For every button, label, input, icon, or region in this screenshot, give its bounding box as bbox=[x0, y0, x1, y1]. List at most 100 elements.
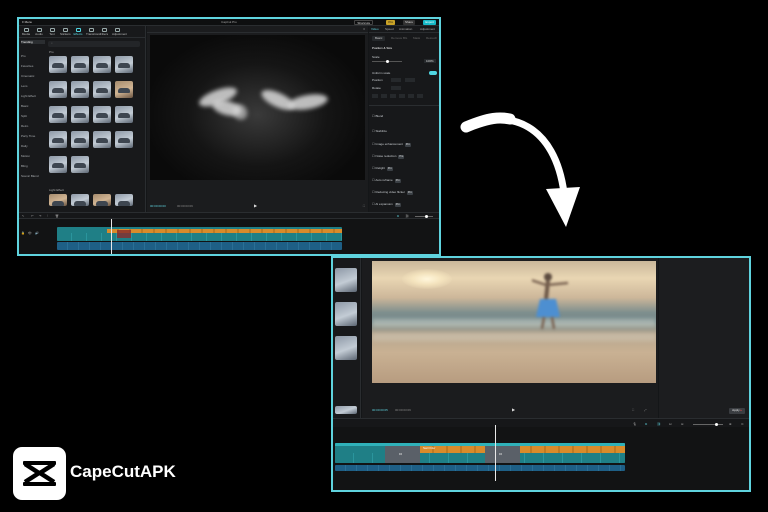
category-item[interactable]: Pro bbox=[21, 54, 45, 58]
uniform-scale-toggle[interactable] bbox=[429, 71, 437, 75]
play-icon[interactable]: ▶ bbox=[254, 203, 257, 208]
subtab-remove-bg[interactable]: Remove BG bbox=[388, 36, 410, 41]
effect-thumb[interactable] bbox=[71, 194, 89, 206]
effect-thumb[interactable] bbox=[335, 336, 357, 360]
effect-thumb[interactable] bbox=[71, 81, 89, 98]
category-item[interactable]: Party Time bbox=[21, 134, 45, 138]
tool-effects[interactable]: Effects bbox=[73, 28, 83, 37]
blend-row[interactable]: ☐ Blend bbox=[372, 114, 383, 118]
zoom-slider[interactable] bbox=[693, 423, 723, 426]
category-item[interactable]: Split bbox=[21, 114, 45, 118]
tool-adjustment[interactable]: Adjustment bbox=[112, 28, 127, 37]
transition-block[interactable]: ⋈ bbox=[485, 446, 520, 463]
position-y-input[interactable] bbox=[405, 78, 415, 82]
effect-thumb[interactable] bbox=[115, 131, 133, 148]
apply-button[interactable]: Apply ▸ bbox=[729, 408, 745, 414]
align-right-icon[interactable] bbox=[390, 94, 396, 98]
align-left-icon[interactable] bbox=[372, 94, 378, 98]
noise-reduction-row[interactable]: ☐ Noise reduction Pro bbox=[372, 154, 405, 159]
category-item[interactable]: Light Effect bbox=[21, 94, 45, 98]
mic-icon[interactable]: 🎙 bbox=[633, 422, 637, 426]
share-button[interactable]: Share bbox=[402, 20, 415, 25]
playhead[interactable] bbox=[495, 425, 496, 481]
category-item[interactable]: Lens bbox=[21, 84, 45, 88]
split-icon[interactable]: ⫶ bbox=[47, 214, 48, 218]
relight-row[interactable]: ☐ Relight Pro bbox=[372, 166, 393, 171]
category-item[interactable]: Motion bbox=[21, 154, 45, 158]
audio-clip[interactable] bbox=[57, 242, 342, 250]
tool-stickers[interactable]: Stickers bbox=[60, 28, 71, 37]
effect-thumb[interactable] bbox=[49, 156, 67, 173]
effect-thumb[interactable] bbox=[93, 194, 111, 206]
more-icon[interactable]: ≡ bbox=[363, 27, 365, 31]
redo-icon[interactable]: ↷ bbox=[39, 214, 42, 218]
image-enhancement-row[interactable]: ☐ Image enhancement Pro bbox=[372, 142, 411, 147]
effect-thumb[interactable] bbox=[335, 302, 357, 326]
effect-thumb[interactable] bbox=[115, 194, 133, 206]
tab-video[interactable]: Video bbox=[371, 27, 379, 31]
effect-thumb[interactable] bbox=[115, 56, 133, 73]
link-icon[interactable]: ⛓ bbox=[405, 214, 409, 218]
playhead[interactable] bbox=[111, 219, 112, 254]
category-item[interactable]: Scenic Blend bbox=[21, 174, 45, 178]
tool-filters[interactable]: Filters bbox=[99, 28, 109, 37]
auto-reframe-row[interactable]: ☐ Auto reframe Pro bbox=[372, 178, 401, 183]
category-item[interactable]: Bling bbox=[21, 164, 45, 168]
ai-expansion-row[interactable]: ☐ AI expansion Pro bbox=[372, 202, 401, 207]
effect-thumb[interactable] bbox=[115, 81, 133, 98]
stabilize-row[interactable]: ☐ Stabilize bbox=[372, 129, 387, 133]
effect-thumb[interactable] bbox=[49, 131, 67, 148]
effect-thumb[interactable] bbox=[71, 106, 89, 123]
link-icon[interactable]: ⛓ bbox=[657, 422, 661, 426]
audio-clip[interactable] bbox=[335, 465, 625, 471]
reduce-flicker-row[interactable]: ☐ Reducing video flicker Pro bbox=[372, 190, 413, 195]
transition-block[interactable]: ⋈ bbox=[385, 446, 420, 463]
delete-icon[interactable]: 🗑 bbox=[55, 214, 59, 218]
align-bottom-icon[interactable] bbox=[417, 94, 423, 98]
category-item[interactable]: Retro bbox=[21, 124, 45, 128]
effect-thumb[interactable] bbox=[335, 406, 357, 414]
category-item[interactable]: Daily bbox=[21, 144, 45, 148]
preview-axis-icon[interactable]: ⊟ bbox=[669, 422, 672, 426]
subtab-basic[interactable]: Basic bbox=[372, 36, 386, 41]
effect-thumb[interactable] bbox=[115, 106, 133, 123]
effect-thumb[interactable] bbox=[71, 56, 89, 73]
tab-speed[interactable]: Speed bbox=[385, 27, 394, 31]
export-button[interactable]: Export bbox=[423, 20, 436, 25]
app-menu[interactable]: ≡ Menu bbox=[22, 20, 32, 24]
effect-thumb[interactable] bbox=[49, 194, 67, 206]
position-x-input[interactable] bbox=[391, 78, 401, 82]
tool-transitions[interactable]: Transitions bbox=[86, 28, 101, 37]
eye-icon[interactable]: 👁 bbox=[28, 231, 32, 235]
subtab-mask[interactable]: Mask bbox=[410, 36, 423, 41]
category-item[interactable]: Basic bbox=[21, 104, 45, 108]
tool-text[interactable]: Text bbox=[47, 28, 57, 37]
select-icon[interactable]: ↖ bbox=[22, 214, 25, 218]
effect-thumb[interactable] bbox=[71, 131, 89, 148]
scale-value[interactable]: 100% bbox=[424, 59, 436, 63]
effect-thumb[interactable] bbox=[49, 106, 67, 123]
effect-thumb[interactable] bbox=[93, 81, 111, 98]
align-middle-icon[interactable] bbox=[408, 94, 414, 98]
tab-adjustment[interactable]: Adjustment bbox=[420, 27, 435, 31]
play-icon[interactable]: ▶ bbox=[512, 407, 515, 412]
video-preview[interactable] bbox=[372, 261, 656, 383]
pro-button[interactable]: Pro bbox=[386, 20, 395, 25]
magnet-icon[interactable]: ⧉ bbox=[645, 422, 647, 426]
effect-thumb[interactable] bbox=[93, 106, 111, 123]
undo-icon[interactable]: ↶ bbox=[31, 214, 34, 218]
mute-icon[interactable]: 🔊 bbox=[35, 231, 39, 235]
zoom-out-icon[interactable]: ⊖ bbox=[681, 422, 684, 426]
category-item[interactable]: Favorites bbox=[21, 64, 45, 68]
subtab-retouch[interactable]: Retouch bbox=[423, 36, 439, 41]
rotate-input[interactable] bbox=[391, 86, 401, 90]
fullscreen-icon[interactable]: ⛶ bbox=[363, 204, 365, 208]
fullscreen-icon[interactable]: ⤢ bbox=[644, 408, 646, 412]
snap-icon[interactable]: ⧉ bbox=[397, 214, 399, 218]
fit-icon[interactable]: ⊙ bbox=[741, 422, 744, 426]
align-center-icon[interactable] bbox=[381, 94, 387, 98]
effect-thumb[interactable] bbox=[93, 131, 111, 148]
tool-audio[interactable]: Audio bbox=[34, 28, 44, 37]
effect-thumb[interactable] bbox=[335, 268, 357, 292]
lock-icon[interactable]: 🔒 bbox=[21, 231, 25, 235]
